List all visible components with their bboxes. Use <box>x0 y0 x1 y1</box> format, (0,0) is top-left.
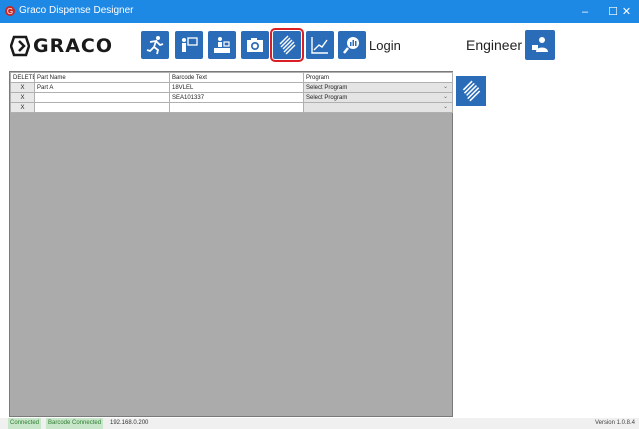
close-button[interactable]: ✕ <box>614 0 639 23</box>
analysis-button[interactable] <box>338 31 366 59</box>
program-select[interactable]: ⌄ <box>303 102 453 113</box>
barcode-text-cell[interactable] <box>169 102 304 113</box>
program-select[interactable]: Select Program ⌄ <box>303 92 453 103</box>
table-row: X Part A 18VLEL Select Program ⌄ <box>10 82 453 93</box>
scan-barcode-button[interactable] <box>456 76 486 106</box>
toolbar: GRACO Login Engineer <box>0 23 639 68</box>
camera-icon <box>247 38 263 52</box>
barcode-table: DELETE Part Name Barcode Text Program X … <box>10 72 453 113</box>
graco-logo: GRACO <box>10 33 113 59</box>
barcode-text-cell[interactable]: SEA101337 <box>169 92 304 103</box>
column-header-program[interactable]: Program <box>303 72 453 83</box>
delete-row-button[interactable]: X <box>10 82 35 93</box>
connection-status: Connected <box>8 418 42 429</box>
column-header-part-name[interactable]: Part Name <box>34 72 170 83</box>
barcode-icon <box>462 80 481 102</box>
program-select-value: Select Program <box>306 94 348 101</box>
ip-address: 192.168.0.200 <box>110 420 149 426</box>
user-icon <box>532 37 548 52</box>
chevron-down-icon: ⌄ <box>442 94 448 100</box>
user-role-label: Engineer <box>466 37 523 53</box>
barcode-button[interactable] <box>270 28 304 62</box>
delete-row-button[interactable]: X <box>10 92 35 103</box>
column-header-delete[interactable]: DELETE <box>10 72 35 83</box>
delete-row-button[interactable]: X <box>10 102 35 113</box>
user-button[interactable] <box>525 30 555 60</box>
camera-button[interactable] <box>241 31 269 59</box>
login-link[interactable]: Login <box>369 38 401 53</box>
program-select[interactable]: Select Program ⌄ <box>303 82 453 93</box>
part-name-cell[interactable] <box>34 102 170 113</box>
dispense-setup-icon <box>214 37 230 53</box>
logo-text: GRACO <box>33 35 114 57</box>
barcode-status: Barcode Connected <box>46 418 104 429</box>
column-header-barcode-text[interactable]: Barcode Text <box>169 72 304 83</box>
table-row: X ⌄ <box>10 102 453 113</box>
graco-mark-icon <box>10 35 30 57</box>
part-name-cell[interactable] <box>34 92 170 103</box>
status-bar: Connected Barcode Connected 192.168.0.20… <box>0 418 639 429</box>
operator-button[interactable] <box>175 31 203 59</box>
part-name-cell[interactable]: Part A <box>34 82 170 93</box>
title-bar: G Graco Dispense Designer – ☐ ✕ <box>0 0 639 23</box>
magnify-chart-icon <box>343 37 359 54</box>
barcode-grid: DELETE Part Name Barcode Text Program X … <box>9 71 453 417</box>
operator-screen-icon <box>182 37 198 52</box>
run-mode-button[interactable] <box>141 31 169 59</box>
runner-icon <box>146 36 164 55</box>
chevron-down-icon: ⌄ <box>442 104 448 110</box>
chevron-down-icon: ⌄ <box>442 84 448 90</box>
version-label: Version 1.0.8.4 <box>594 420 635 426</box>
window-title: Graco Dispense Designer <box>19 5 134 16</box>
barcode-text-cell[interactable]: 18VLEL <box>169 82 304 93</box>
charts-button[interactable] <box>306 31 334 59</box>
barcode-icon <box>279 35 296 55</box>
table-row: X SEA101337 Select Program ⌄ <box>10 92 453 103</box>
chart-line-icon <box>311 37 328 54</box>
minimize-button[interactable]: – <box>571 0 599 23</box>
svg-text:G: G <box>7 7 13 16</box>
program-select-value: Select Program <box>306 84 348 91</box>
app-icon: G <box>5 6 15 16</box>
setup-button[interactable] <box>208 31 236 59</box>
